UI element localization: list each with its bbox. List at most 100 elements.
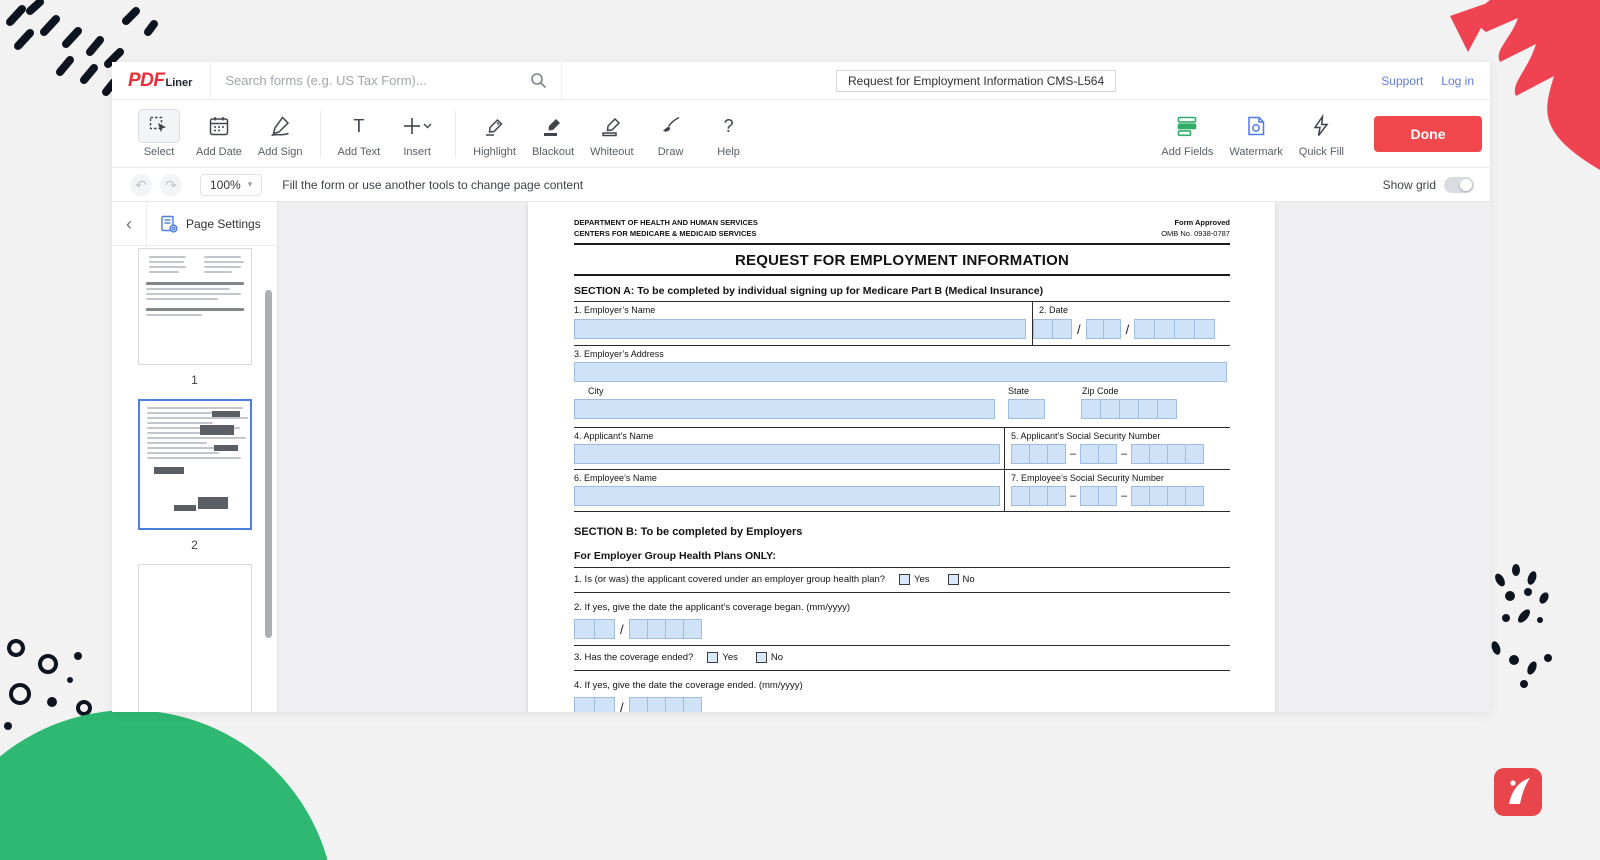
tool-draw[interactable]: Draw [650, 109, 692, 158]
tool-add-text[interactable]: T Add Text [338, 109, 381, 158]
section-a-text: To be completed by individual signing up… [634, 285, 1044, 297]
row-applicant: 4. Applicant’s Name 5. Applicant’s Socia… [574, 428, 1230, 470]
show-grid-control: Show grid [1382, 176, 1474, 193]
b4-date-group[interactable]: / [574, 697, 1230, 712]
ssn-part3-input[interactable] [1131, 444, 1205, 464]
chevron-down-icon: ▾ [247, 179, 253, 189]
collapse-sidebar-button[interactable]: ‹ [112, 215, 146, 233]
tool-add-sign[interactable]: Add Sign [258, 109, 303, 158]
applicant-ssn-group[interactable]: – – [1011, 444, 1230, 464]
logo-pdf-text: PDF [128, 69, 165, 91]
tool-quick-fill[interactable]: Quick Fill [1299, 109, 1344, 158]
agency-line-1: DEPARTMENT OF HEALTH AND HUMAN SERVICES [574, 218, 758, 227]
b3-no-checkbox[interactable] [755, 652, 767, 663]
ssn-part2-input[interactable] [1080, 486, 1118, 506]
tool-whiteout[interactable]: Whiteout [590, 109, 634, 158]
dots-decoration [1491, 564, 1552, 688]
tool-watermark-label: Watermark [1229, 146, 1283, 158]
agency-line-2: CENTERS FOR MEDICARE & MEDICAID SERVICES [574, 228, 757, 238]
b3-yes-checkbox[interactable] [707, 652, 719, 663]
ssn-part3-input[interactable] [1131, 486, 1205, 506]
page-number-1: 1 [191, 373, 198, 387]
tool-select-label: Select [143, 146, 175, 158]
state-label: State [1008, 386, 1030, 396]
b3-no-label: No [770, 652, 784, 663]
hint-text: Fill the form or use another tools to ch… [282, 177, 584, 192]
date-input-group[interactable]: / / [1033, 319, 1230, 339]
toolbar-divider [455, 110, 457, 157]
lightning-icon [1309, 109, 1333, 143]
top-bar: PDFLiner Request for Employment Informat… [112, 62, 1490, 100]
page-settings-icon [159, 214, 179, 234]
omb-number: OMB No. 0938-0787 [1161, 228, 1230, 238]
page-thumbnail-2[interactable] [137, 399, 252, 530]
tool-add-date[interactable]: Add Date [196, 109, 242, 158]
section-b-label: SECTION B: [574, 526, 638, 538]
b1-yes-checkbox[interactable] [899, 574, 911, 585]
b2-question: 2. If yes, give the date the applicant’s… [574, 602, 850, 613]
logo-liner-text: Liner [165, 76, 193, 89]
applicant-name-label: 4. Applicant’s Name [574, 431, 654, 441]
applicant-name-input[interactable] [574, 444, 1000, 464]
page-settings-button[interactable]: Page Settings [146, 202, 277, 245]
search-input[interactable] [225, 73, 531, 88]
tool-add-date-label: Add Date [196, 146, 242, 158]
tool-highlight[interactable]: Highlight [473, 109, 516, 158]
row-b3: 3. Has the coverage ended? Yes No [574, 646, 1230, 671]
b1-yes-label: Yes [914, 574, 930, 585]
b1-no-label: No [962, 574, 975, 585]
applicant-ssn-label: 5. Applicant’s Social Security Number [1011, 431, 1161, 441]
search-icon[interactable] [530, 72, 547, 89]
support-link[interactable]: Support [1381, 74, 1423, 88]
coverage-ended-month-input[interactable] [574, 697, 615, 712]
tool-watermark[interactable]: Watermark [1229, 109, 1283, 158]
tool-blackout[interactable]: Blackout [532, 109, 574, 158]
ssn-part1-input[interactable] [1011, 486, 1066, 506]
city-input[interactable] [574, 399, 995, 419]
tool-select[interactable]: Select [138, 109, 180, 158]
coverage-began-month-input[interactable] [574, 619, 615, 639]
highlighter-icon [483, 109, 507, 143]
b1-no-checkbox[interactable] [947, 574, 959, 585]
document-canvas: DEPARTMENT OF HEALTH AND HUMAN SERVICES … [278, 202, 1490, 712]
desktop-background: { "colors": { "accent_red": "#f2474d", "… [0, 0, 1600, 860]
undo-button[interactable]: ↶ [130, 173, 152, 196]
show-grid-label: Show grid [1382, 177, 1436, 192]
tool-insert[interactable]: Insert [396, 109, 438, 158]
page-thumbnail-3[interactable] [137, 564, 252, 712]
ssn-part1-input[interactable] [1011, 444, 1066, 464]
tool-help[interactable]: ? Help [708, 109, 750, 158]
tool-add-fields[interactable]: Add Fields [1161, 109, 1213, 158]
zoom-select[interactable]: 100% ▾ [200, 173, 263, 196]
employee-ssn-group[interactable]: – – [1011, 486, 1230, 506]
tool-add-sign-label: Add Sign [257, 146, 303, 158]
employer-name-input[interactable] [574, 319, 1026, 339]
page-thumbnail-1[interactable] [137, 248, 252, 365]
page-settings-label: Page Settings [186, 216, 261, 231]
sidebar-scrollbar[interactable] [265, 290, 272, 638]
sidebar-header: ‹ Page Settings [112, 202, 277, 246]
state-input[interactable] [1008, 399, 1045, 419]
coverage-began-year-input[interactable] [628, 619, 702, 639]
pdfliner-logo[interactable]: PDF Liner [128, 70, 192, 92]
employer-address-input[interactable] [574, 362, 1227, 382]
tool-help-label: Help [717, 146, 740, 158]
show-grid-toggle[interactable] [1444, 176, 1474, 193]
form-page: DEPARTMENT OF HEALTH AND HUMAN SERVICES … [528, 202, 1275, 712]
done-button[interactable]: Done [1374, 115, 1482, 152]
b2-date-group[interactable]: / [574, 619, 1230, 639]
employee-name-input[interactable] [574, 486, 1000, 506]
top-links: Support Log in [1381, 74, 1474, 88]
date-day-input[interactable] [1085, 319, 1121, 339]
date-month-input[interactable] [1033, 319, 1072, 339]
row-employer-name-date: 1. Employer’s Name 2. Date / / [574, 302, 1230, 346]
signature-pen-icon [268, 109, 292, 143]
login-link[interactable]: Log in [1441, 74, 1474, 88]
b4-question: 4. If yes, give the date the coverage en… [574, 680, 803, 691]
date-year-input[interactable] [1134, 319, 1216, 339]
zip-input[interactable] [1081, 399, 1177, 419]
zip-label: Zip Code [1082, 386, 1119, 396]
ssn-part2-input[interactable] [1080, 444, 1118, 464]
coverage-ended-year-input[interactable] [628, 697, 702, 712]
redo-button[interactable]: ↷ [160, 173, 182, 196]
